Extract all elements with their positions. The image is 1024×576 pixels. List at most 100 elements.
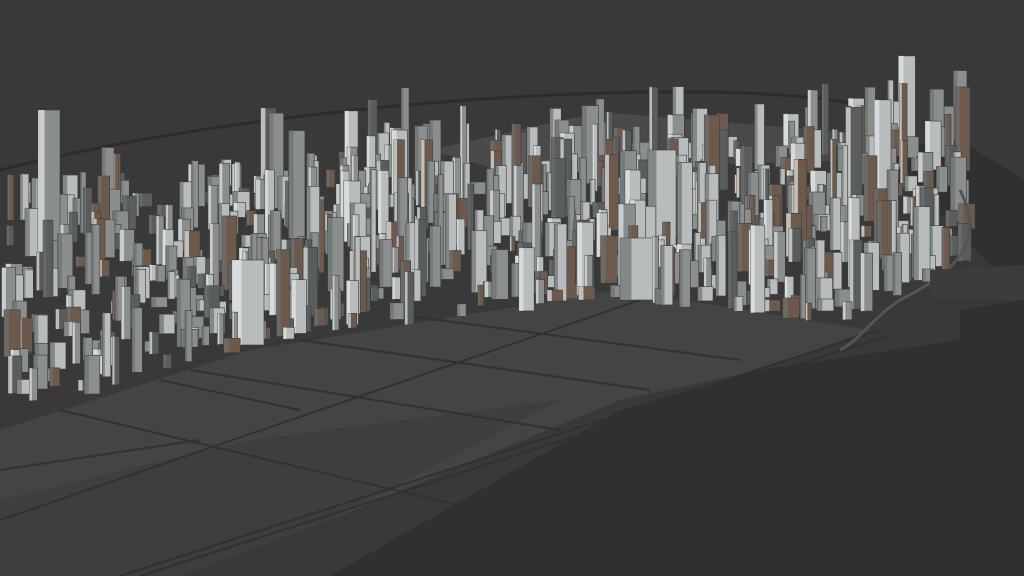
building-facade-highlight <box>348 313 351 328</box>
building-facade-highlight <box>43 220 47 298</box>
building-facade-highlight <box>8 355 13 394</box>
building-facade-highlight <box>821 83 824 155</box>
building-facade-highlight <box>7 174 10 221</box>
building-facade-highlight <box>547 290 552 302</box>
building-facade-highlight <box>370 169 373 273</box>
building-facade-highlight <box>29 368 32 401</box>
building-facade-highlight <box>276 249 281 337</box>
building-facade-highlight <box>578 286 584 300</box>
building-facade-highlight <box>918 152 923 183</box>
building-facade-highlight <box>655 288 660 305</box>
building-facade-highlight <box>764 300 770 312</box>
building-facade-highlight <box>167 271 170 300</box>
building-facade-highlight <box>754 103 758 170</box>
building-facade-highlight <box>429 226 434 288</box>
building-facade-highlight <box>49 367 53 387</box>
building-facade-highlight <box>63 321 69 337</box>
building-facade-highlight <box>484 281 489 298</box>
building-facade-highlight <box>735 148 741 167</box>
building-facade-highlight <box>782 297 788 318</box>
building-facade-highlight <box>800 274 802 319</box>
building-facade-highlight <box>80 172 83 233</box>
building-facade-highlight <box>209 307 215 334</box>
building-facade-highlight <box>75 256 79 267</box>
building-facade-highlight <box>445 194 450 272</box>
building-facade-highlight <box>159 314 164 334</box>
building-facade-highlight <box>904 175 909 192</box>
building-facade-highlight <box>860 253 865 312</box>
building-facade-highlight <box>750 225 755 313</box>
building-facade-highlight <box>50 342 55 370</box>
building-facade-highlight <box>78 380 83 391</box>
building-facade-highlight <box>85 232 88 285</box>
building-facade-highlight <box>83 187 87 235</box>
building-facade-highlight <box>185 310 188 362</box>
building-facade-highlight <box>6 225 9 246</box>
building-facade-highlight <box>842 301 846 320</box>
building-facade-highlight <box>736 223 742 272</box>
building-facade-highlight <box>72 322 75 364</box>
building-facade-highlight <box>589 179 592 205</box>
building-facade-highlight <box>288 130 294 239</box>
building-facade-highlight <box>255 179 261 210</box>
building-facade-highlight <box>421 139 425 218</box>
building-facade-highlight <box>545 222 550 257</box>
building-facade-highlight <box>903 196 907 214</box>
building-facade-highlight <box>509 236 512 252</box>
building-facade-highlight <box>283 327 287 340</box>
building-facade-highlight <box>156 216 159 265</box>
building-facade-highlight <box>222 216 227 291</box>
building-facade-highlight <box>84 355 89 395</box>
building-facade-highlight <box>197 274 203 289</box>
building-facade-highlight <box>779 168 782 185</box>
building-facade-highlight <box>1 267 6 317</box>
building-facade-highlight <box>788 228 793 262</box>
building-facade-highlight <box>151 296 157 308</box>
building-facade-highlight <box>176 279 181 347</box>
building-facade-highlight <box>112 290 115 320</box>
building-facade-highlight <box>223 338 229 353</box>
building-facade-highlight <box>115 276 119 321</box>
building-facade-highlight <box>518 247 524 311</box>
building-facade-highlight <box>577 222 582 296</box>
building-facade-highlight <box>554 223 558 301</box>
building-facade-highlight <box>379 239 384 288</box>
building-facade-highlight <box>805 303 808 321</box>
building-facade-highlight <box>148 214 152 234</box>
building-facade-highlight <box>942 227 945 276</box>
building-facade-highlight <box>596 212 600 258</box>
building-facade-highlight <box>511 263 515 298</box>
building-facade-highlight <box>697 286 703 301</box>
building-facade-highlight <box>774 231 778 283</box>
building-facade-highlight <box>229 263 232 301</box>
building-facade-highlight <box>820 216 823 232</box>
building-facade-highlight <box>91 224 95 295</box>
building-facade-highlight <box>457 303 460 317</box>
building-facade-highlight <box>427 161 430 224</box>
building-facade-highlight <box>620 238 632 300</box>
building-facade-highlight <box>945 210 950 227</box>
building-facade-highlight <box>535 279 539 304</box>
building-facade-highlight <box>775 145 780 167</box>
building-facade-highlight <box>471 230 477 293</box>
building-facade-highlight <box>610 285 615 298</box>
building-facade-highlight <box>900 140 903 188</box>
building-facade-highlight <box>849 240 854 310</box>
building-facade-highlight <box>163 354 166 368</box>
building-facade-highlight <box>600 235 606 284</box>
building-facade-highlight <box>733 140 736 160</box>
building-facade-highlight <box>285 181 288 228</box>
building-facade-highlight <box>477 285 480 306</box>
building-facade-highlight <box>783 113 788 149</box>
building-facade-highlight <box>913 206 919 281</box>
building-facade-highlight <box>20 173 23 220</box>
building-facade-highlight <box>733 296 737 312</box>
building-facade-highlight <box>55 309 60 330</box>
building-facade-highlight <box>392 277 395 300</box>
bridge-right <box>930 265 1024 300</box>
building-facade-highlight <box>788 121 791 154</box>
building-facade-highlight <box>121 286 125 340</box>
building-facade-highlight <box>119 229 125 262</box>
building-facade-highlight <box>837 148 841 172</box>
building-facade-highlight <box>269 263 275 316</box>
